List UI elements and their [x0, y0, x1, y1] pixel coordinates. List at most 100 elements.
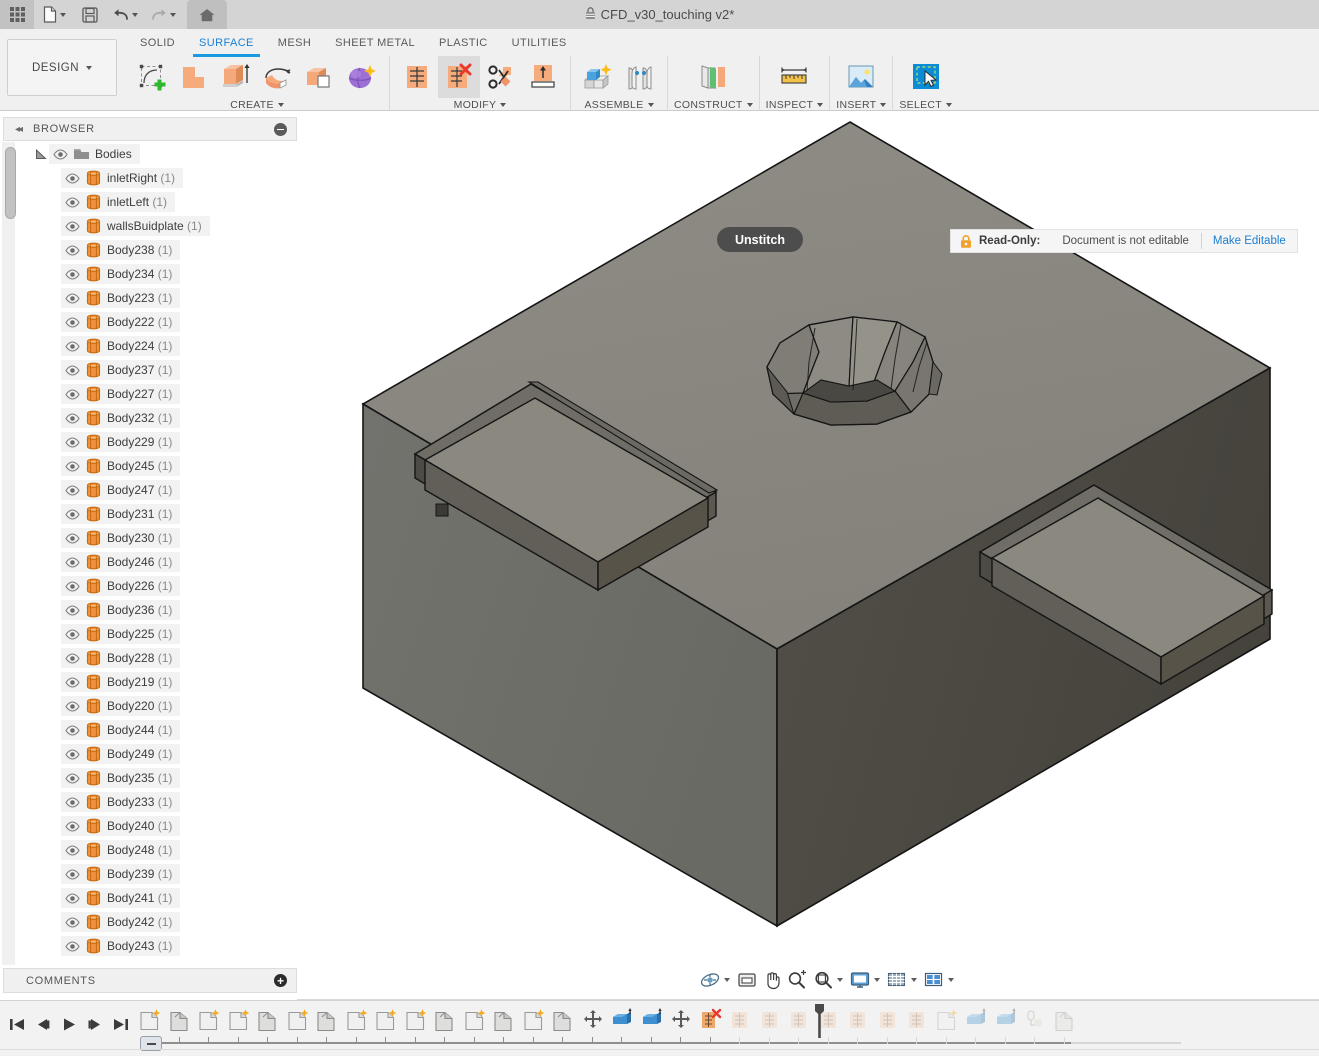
- tree-node-body[interactable]: Body237 (1): [17, 358, 297, 382]
- eye-icon[interactable]: [61, 816, 83, 836]
- eye-icon[interactable]: [61, 312, 83, 332]
- tree-node-body[interactable]: Body226 (1): [17, 574, 297, 598]
- eye-icon[interactable]: [61, 840, 83, 860]
- eye-icon[interactable]: [61, 720, 83, 740]
- play-icon[interactable]: [56, 1010, 82, 1038]
- eye-icon[interactable]: [61, 576, 83, 596]
- tree-node-body[interactable]: Body227 (1): [17, 382, 297, 406]
- timeline-feature-sketch[interactable]: [403, 1007, 429, 1033]
- tree-node-body[interactable]: Body220 (1): [17, 694, 297, 718]
- redo-icon[interactable]: [144, 0, 182, 29]
- timeline-rail[interactable]: [133, 1036, 1188, 1051]
- offset-plane-icon[interactable]: [690, 56, 736, 98]
- eye-icon[interactable]: [61, 192, 83, 212]
- undo-icon[interactable]: [106, 0, 144, 29]
- timeline-feature-stitch[interactable]: [875, 1007, 901, 1033]
- timeline-feature-body[interactable]: [432, 1007, 458, 1033]
- expand-arrow-icon[interactable]: [33, 144, 49, 164]
- eye-icon[interactable]: [61, 864, 83, 884]
- eye-icon[interactable]: [61, 768, 83, 788]
- timeline-feature-move[interactable]: [668, 1007, 694, 1033]
- timeline-feature-sketch[interactable]: [137, 1007, 163, 1033]
- browser-scrollbar-track[interactable]: [2, 142, 16, 965]
- eye-icon[interactable]: [61, 360, 83, 380]
- eye-icon[interactable]: [61, 240, 83, 260]
- go-to-beginning-icon[interactable]: [4, 1010, 30, 1038]
- panel-modify-label[interactable]: MODIFY: [454, 98, 507, 111]
- timeline-feature-stitch[interactable]: [757, 1007, 783, 1033]
- minus-circle-icon[interactable]: [274, 123, 287, 136]
- tree-node-body[interactable]: Body235 (1): [17, 766, 297, 790]
- extend-icon[interactable]: [522, 56, 564, 98]
- tree-node-body[interactable]: wallsBuidplate (1): [17, 214, 297, 238]
- eye-icon[interactable]: [61, 264, 83, 284]
- new-component-icon[interactable]: [577, 56, 619, 98]
- tree-node-body[interactable]: Body245 (1): [17, 454, 297, 478]
- workspace-switcher-button[interactable]: DESIGN: [7, 39, 117, 96]
- panel-inspect-label[interactable]: INSPECT: [766, 98, 824, 111]
- joint-icon[interactable]: [619, 56, 661, 98]
- eye-icon[interactable]: [61, 480, 83, 500]
- collapse-left-icon[interactable]: ◂◂: [10, 121, 26, 137]
- timeline-feature-extrude[interactable]: [639, 1007, 665, 1033]
- tab-sheet-metal[interactable]: SHEET METAL: [323, 31, 427, 55]
- offset-icon[interactable]: [299, 56, 341, 98]
- eye-icon[interactable]: [61, 696, 83, 716]
- tree-node-body[interactable]: Body225 (1): [17, 622, 297, 646]
- new-file-icon[interactable]: [34, 0, 74, 29]
- eye-icon[interactable]: [61, 288, 83, 308]
- measure-icon[interactable]: [771, 56, 817, 98]
- tab-utilities[interactable]: UTILITIES: [500, 31, 579, 55]
- eye-icon[interactable]: [61, 648, 83, 668]
- unstitch-icon[interactable]: [438, 56, 480, 98]
- revolve-icon[interactable]: [257, 56, 299, 98]
- viewports-dropdown-caret[interactable]: [948, 978, 954, 982]
- eye-icon[interactable]: [61, 384, 83, 404]
- tree-node-body[interactable]: Body234 (1): [17, 262, 297, 286]
- form-icon[interactable]: [341, 56, 383, 98]
- eye-icon[interactable]: [61, 600, 83, 620]
- timeline-feature-sketch[interactable]: [934, 1007, 960, 1033]
- fit-icon[interactable]: [810, 967, 836, 993]
- panel-assemble-label[interactable]: ASSEMBLE: [584, 98, 654, 111]
- viewports-icon[interactable]: [921, 967, 947, 993]
- orbit-icon[interactable]: [697, 967, 723, 993]
- tree-node-body[interactable]: inletRight (1): [17, 166, 297, 190]
- tree-node-body[interactable]: Body236 (1): [17, 598, 297, 622]
- eye-icon[interactable]: [61, 744, 83, 764]
- panel-construct-label[interactable]: CONSTRUCT: [674, 98, 753, 111]
- timeline-feature-stitch[interactable]: [727, 1007, 753, 1033]
- timeline-feature-body[interactable]: [314, 1007, 340, 1033]
- display-settings-icon[interactable]: [847, 967, 873, 993]
- trim-icon[interactable]: [480, 56, 522, 98]
- tree-node-body[interactable]: Body223 (1): [17, 286, 297, 310]
- go-to-end-icon[interactable]: [108, 1010, 134, 1038]
- timeline-feature-body[interactable]: [1052, 1007, 1078, 1033]
- grid-snap-dropdown-caret[interactable]: [911, 978, 917, 982]
- step-back-icon[interactable]: [30, 1010, 56, 1038]
- eye-icon[interactable]: [61, 408, 83, 428]
- timeline-feature-extrude[interactable]: [609, 1007, 635, 1033]
- app-grid-icon[interactable]: [0, 0, 34, 29]
- tree-node-body[interactable]: Body238 (1): [17, 238, 297, 262]
- tree-node-body[interactable]: Body244 (1): [17, 718, 297, 742]
- tree-node-body[interactable]: Body229 (1): [17, 430, 297, 454]
- plus-circle-icon[interactable]: +: [274, 974, 287, 987]
- eye-icon[interactable]: [61, 336, 83, 356]
- timeline-feature-stitch[interactable]: [845, 1007, 871, 1033]
- tree-node-body[interactable]: inletLeft (1): [17, 190, 297, 214]
- tree-node-body[interactable]: Body219 (1): [17, 670, 297, 694]
- tree-node-body[interactable]: Body248 (1): [17, 838, 297, 862]
- create-sketch-icon[interactable]: [131, 56, 173, 98]
- tree-node-body[interactable]: Body232 (1): [17, 406, 297, 430]
- panel-insert-label[interactable]: INSERT: [836, 98, 887, 111]
- tab-solid[interactable]: SOLID: [128, 31, 187, 55]
- eye-icon[interactable]: [61, 168, 83, 188]
- browser-tree-scroll-area[interactable]: Bodies inletRight (1) inletLeft (1) wallsB…: [0, 142, 297, 965]
- eye-icon[interactable]: [61, 552, 83, 572]
- tree-node-body[interactable]: Body240 (1): [17, 814, 297, 838]
- eye-icon[interactable]: [61, 216, 83, 236]
- panel-create-label[interactable]: CREATE: [230, 98, 284, 111]
- tree-node-body[interactable]: Body249 (1): [17, 742, 297, 766]
- tree-node-body[interactable]: Body242 (1): [17, 910, 297, 934]
